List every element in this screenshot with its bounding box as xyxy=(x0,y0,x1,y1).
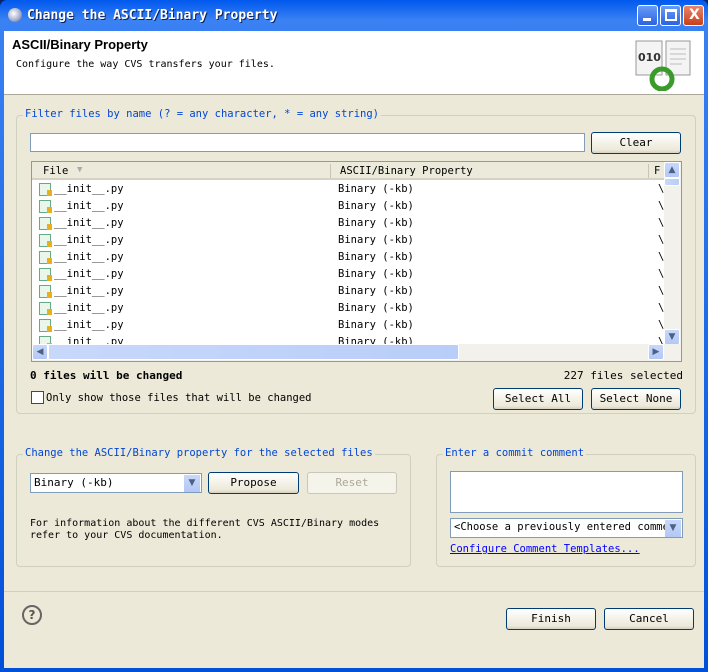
file-name: __init__.py xyxy=(54,234,124,246)
dialog-header: ASCII/Binary Property Configure the way … xyxy=(4,31,704,95)
vertical-scrollbar[interactable]: ▲ ▼ xyxy=(664,162,681,345)
mode-select[interactable]: Binary (-kb) ▼ xyxy=(30,473,202,493)
file-property: Binary (-kb) xyxy=(338,285,414,297)
commit-comment-input[interactable] xyxy=(450,471,683,513)
window-title: Change the ASCII/Binary Property xyxy=(27,8,278,23)
dialog-window: Change the ASCII/Binary Property X ASCII… xyxy=(0,0,708,672)
python-file-icon xyxy=(39,183,52,196)
file-property: Binary (-kb) xyxy=(338,251,414,263)
file-property: Binary (-kb) xyxy=(338,319,414,331)
minimize-button[interactable] xyxy=(637,5,658,26)
previous-comment-placeholder: <Choose a previously entered comment> xyxy=(454,521,683,533)
table-row[interactable]: __init__.py Binary (-kb) \ xyxy=(32,198,665,215)
page-description: Configure the way CVS transfers your fil… xyxy=(16,59,275,70)
change-property-label: Change the ASCII/Binary property for the… xyxy=(23,447,375,459)
python-file-icon xyxy=(39,302,52,315)
help-icon[interactable]: ? xyxy=(22,605,42,625)
table-row[interactable]: __init__.py Binary (-kb) \ xyxy=(32,249,665,266)
file-name: __init__.py xyxy=(54,217,124,229)
python-file-icon xyxy=(39,268,52,281)
configure-templates-link[interactable]: Configure Comment Templates... xyxy=(450,543,640,555)
table-row[interactable]: __init__.py Binary (-kb) \ xyxy=(32,300,665,317)
horizontal-scrollbar[interactable]: ◀ ▶ xyxy=(32,344,681,361)
change-property-group: Change the ASCII/Binary property for the… xyxy=(16,447,411,567)
select-all-button[interactable]: Select All xyxy=(493,388,583,410)
file-property: Binary (-kb) xyxy=(338,234,414,246)
chevron-down-icon[interactable]: ▼ xyxy=(665,520,681,537)
scroll-down-button[interactable]: ▼ xyxy=(664,329,680,345)
file-property: Binary (-kb) xyxy=(338,183,414,195)
file-name: __init__.py xyxy=(54,302,124,314)
table-row[interactable]: __init__.py Binary (-kb) \ xyxy=(32,283,665,300)
commit-comment-group: Enter a commit comment <Choose a previou… xyxy=(436,447,696,567)
svg-text:010: 010 xyxy=(638,51,661,64)
mode-value: Binary (-kb) xyxy=(34,476,114,489)
file-property: Binary (-kb) xyxy=(338,217,414,229)
eclipse-icon xyxy=(8,8,22,22)
file-name: __init__.py xyxy=(54,251,124,263)
ascii-binary-icon: 010 xyxy=(635,40,691,91)
chevron-down-icon[interactable]: ▼ xyxy=(184,475,200,492)
filter-group: Filter files by name (? = any character,… xyxy=(16,108,696,414)
selected-count: 227 files selected xyxy=(563,369,683,382)
filter-label: Filter files by name (? = any character,… xyxy=(23,108,382,120)
file-name: __init__.py xyxy=(54,200,124,212)
column-file[interactable]: File xyxy=(43,165,68,177)
table-row[interactable]: __init__.py Binary (-kb) \ xyxy=(32,181,665,198)
column-extra[interactable]: F xyxy=(654,165,660,177)
python-file-icon xyxy=(39,285,52,298)
file-property: Binary (-kb) xyxy=(338,268,414,280)
only-show-label[interactable]: Only show those files that will be chang… xyxy=(46,392,312,404)
python-file-icon xyxy=(39,200,52,213)
dialog-client: ASCII/Binary Property Configure the way … xyxy=(4,31,704,668)
python-file-icon xyxy=(39,319,52,332)
python-file-icon xyxy=(39,234,52,247)
cancel-button[interactable]: Cancel xyxy=(604,608,694,630)
file-name: __init__.py xyxy=(54,319,124,331)
changed-count: 0 files will be changed xyxy=(30,369,183,382)
table-row[interactable]: __init__.py Binary (-kb) \ xyxy=(32,317,665,334)
filter-input[interactable] xyxy=(30,133,585,152)
previous-comment-select[interactable]: <Choose a previously entered comment> ▼ xyxy=(450,518,683,538)
reset-button: Reset xyxy=(307,472,397,494)
select-none-button[interactable]: Select None xyxy=(591,388,681,410)
clear-button[interactable]: Clear xyxy=(591,132,681,154)
table-row[interactable]: __init__.py Binary (-kb) \ xyxy=(32,266,665,283)
file-name: __init__.py xyxy=(54,285,124,297)
finish-button[interactable]: Finish xyxy=(506,608,596,630)
table-row[interactable]: __init__.py Binary (-kb) \ xyxy=(32,215,665,232)
column-divider xyxy=(330,164,331,178)
scroll-up-button[interactable]: ▲ xyxy=(664,162,680,178)
close-button[interactable]: X xyxy=(683,5,704,26)
file-property: Binary (-kb) xyxy=(338,200,414,212)
python-file-icon xyxy=(39,251,52,264)
vertical-scroll-thumb[interactable] xyxy=(664,178,680,186)
column-divider xyxy=(648,164,649,178)
file-name: __init__.py xyxy=(54,183,124,195)
scroll-right-button[interactable]: ▶ xyxy=(648,344,664,360)
only-show-checkbox[interactable] xyxy=(31,391,44,404)
table-row[interactable]: __init__.py Binary (-kb) \ xyxy=(32,232,665,249)
commit-comment-label: Enter a commit comment xyxy=(443,447,587,459)
file-table[interactable]: File ▼ ASCII/Binary Property F __init__.… xyxy=(31,161,682,362)
info-text: For information about the different CVS … xyxy=(30,518,380,541)
column-property[interactable]: ASCII/Binary Property xyxy=(340,165,473,177)
table-header: File ▼ ASCII/Binary Property F xyxy=(32,162,665,180)
sort-down-icon: ▼ xyxy=(77,165,83,175)
propose-button[interactable]: Propose xyxy=(208,472,299,494)
page-title: ASCII/Binary Property xyxy=(12,37,148,52)
scroll-left-button[interactable]: ◀ xyxy=(32,344,48,360)
title-bar[interactable]: Change the ASCII/Binary Property X xyxy=(0,0,708,31)
file-property: Binary (-kb) xyxy=(338,302,414,314)
maximize-button[interactable] xyxy=(660,5,681,26)
divider xyxy=(4,591,704,592)
horizontal-scroll-thumb[interactable] xyxy=(48,344,459,360)
file-name: __init__.py xyxy=(54,268,124,280)
python-file-icon xyxy=(39,217,52,230)
